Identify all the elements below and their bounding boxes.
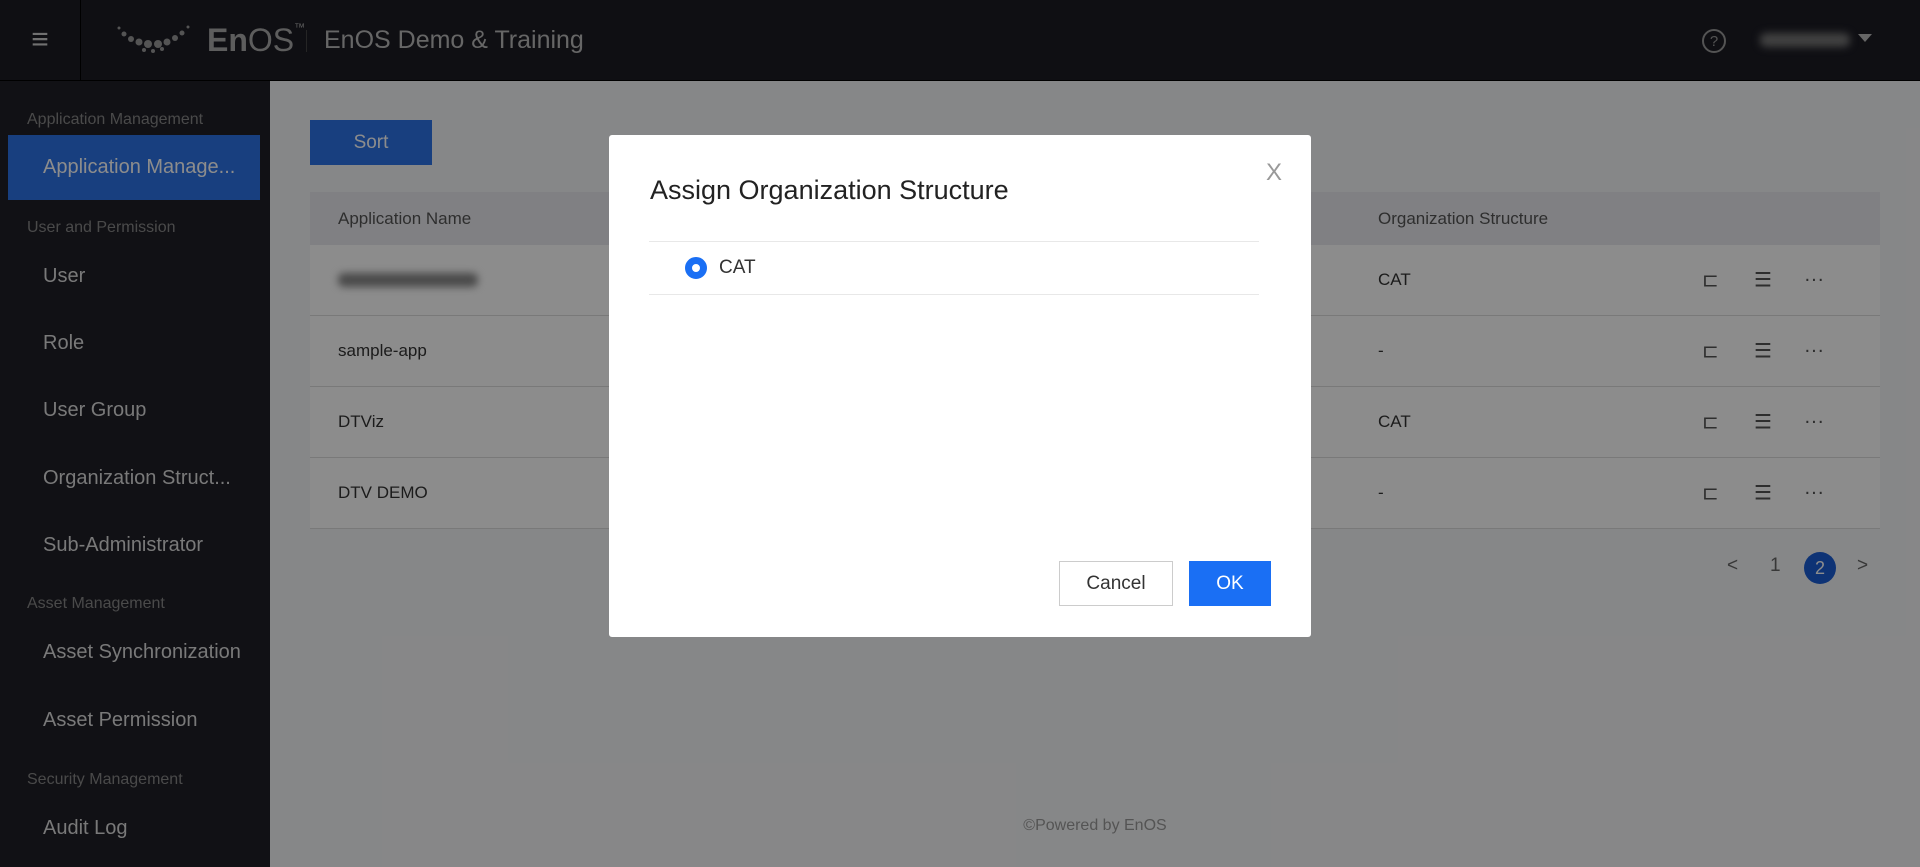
option-label: CAT xyxy=(719,257,756,278)
org-option-cat[interactable]: CAT xyxy=(649,241,1259,295)
assign-organization-modal: Assign Organization Structure X CAT Canc… xyxy=(609,135,1311,637)
close-icon[interactable]: X xyxy=(1266,159,1282,187)
radio-selected-icon[interactable] xyxy=(685,257,707,279)
modal-title: Assign Organization Structure xyxy=(650,175,1009,205)
cancel-button[interactable]: Cancel xyxy=(1059,561,1173,606)
ok-button[interactable]: OK xyxy=(1189,561,1271,606)
